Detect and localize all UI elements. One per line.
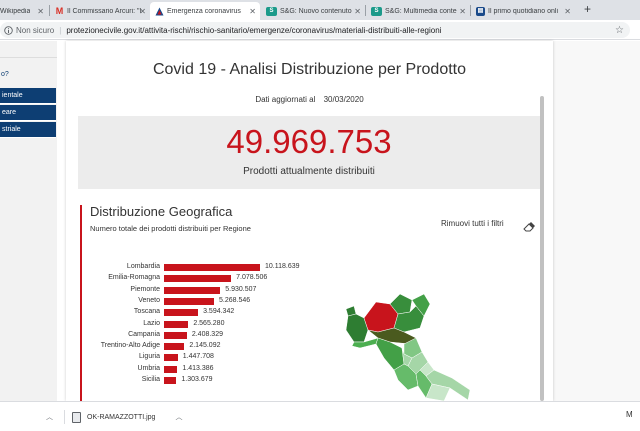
bar-label: Emilia-Romagna [108,274,160,282]
bar-label: Veneto [138,296,160,304]
download-filename: OK-RAMAZZOTTI.jpg [87,413,156,421]
sidebar-item-ambientale[interactable]: ientale [0,88,56,104]
bar-label: Trentino-Alto Adige [100,342,160,350]
bar[interactable] [164,331,187,339]
download-item-2[interactable]: OK-RAMAZZOTTI.jpg ︿ [72,408,192,426]
sidebar-item-industriale[interactable]: striale [0,122,56,138]
file-icon [72,411,81,423]
bar-label: Lombardia [126,263,160,270]
close-tab-icon[interactable]: ✕ [139,7,146,16]
address-bar[interactable]: Non sicuro | protezionecivile.gov.it/att… [0,22,630,38]
sidebar-divider [0,57,57,58]
address-divider: | [59,25,62,35]
download-separator [64,410,65,424]
dashboard-panel: Covid 19 - Analisi Distribuzione per Pro… [66,41,553,401]
new-tab-button[interactable]: + [584,2,591,16]
security-label: Non sicuro [16,25,55,35]
bar-label: Sicilia [141,376,160,383]
bar-value-label: 1.447.708 [182,353,214,361]
bar-label: Campania [128,330,160,338]
tab-sg-nuovo-contenuto[interactable]: S S&G: Nuovo contenuto ✕ [261,2,365,20]
sidebar-item-nucleare[interactable]: eare [0,105,56,121]
chevron-up-icon[interactable]: ︿ [46,412,53,422]
sidebar: o? ientale eare striale [0,41,57,401]
bar-label: Toscana [133,308,160,316]
bar[interactable] [164,354,178,362]
bar[interactable] [164,309,199,317]
bar-value-label: 10.118.639 [265,263,300,270]
bar-value-label: 1.413.386 [182,364,214,372]
bar-label: Umbria [137,364,160,372]
close-tab-icon[interactable]: ✕ [37,7,44,16]
tab-commissario[interactable]: M Il Commissario Arcuri: "I ✕ [50,2,150,20]
tab-wikipedia[interactable]: Wikipedia ✕ [0,2,48,20]
sg-icon: S [266,6,277,16]
bar[interactable] [164,365,178,373]
region-bar-chart: Lombardia 10.118.639 Emilia-Romagna 7.078.5… [66,41,326,401]
reset-filters-button[interactable]: Rimuovi tutti i filtri [441,219,504,228]
bar[interactable] [164,286,221,294]
download-item-1[interactable]: ︿ [0,408,60,426]
warning-triangle-icon [155,7,164,16]
bar-label: Liguria [138,353,160,361]
eraser-icon[interactable] [523,219,535,232]
tab-sg-multimedia[interactable]: S S&G: Multimedia conte ✕ [366,2,470,20]
bar-value-label: 1.303.679 [181,376,213,383]
chevron-up-icon[interactable]: ︿ [175,412,182,422]
tab-primo-quotidiano[interactable]: ▤ Il primo quotidiano onli ✕ [471,2,575,20]
url-text: protezionecivile.gov.it/attivita-rischi/… [66,25,442,35]
bar-value-label: 7.078.506 [236,274,268,282]
news-icon: ▤ [476,6,485,16]
bar[interactable] [164,297,214,305]
close-tab-icon[interactable]: ✕ [564,7,571,16]
bookmark-star-icon[interactable]: ☆ [615,25,624,36]
bar-value-label: 2.145.092 [189,342,221,350]
page-background [553,41,640,401]
address-row: Non sicuro | protezionecivile.gov.it/att… [0,20,640,40]
close-tab-icon[interactable]: ✕ [354,7,361,16]
bar[interactable] [164,275,232,283]
sg-icon: S [371,6,382,16]
close-tab-icon[interactable]: ✕ [459,7,466,16]
bar-value-label: 2.565.280 [193,319,225,327]
gmail-icon: M [55,5,64,16]
download-bar: ︿ OK-RAMAZZOTTI.jpg ︿ M [0,401,640,431]
info-icon[interactable] [4,25,13,35]
bar[interactable] [164,320,189,328]
show-all-downloads-button[interactable]: M [626,410,633,419]
panel-scrollbar[interactable] [540,96,544,401]
sidebar-item-question[interactable]: o? [1,71,9,78]
bar-value-label: 5.930.507 [225,285,257,293]
italy-region-map[interactable] [320,266,480,401]
bar[interactable] [164,343,185,351]
bar-value-label: 3.594.342 [203,308,235,316]
tab-emergenza-coronavirus[interactable]: Emergenza coronavirus ✕ [150,2,260,20]
tab-strip: Wikipedia ✕ M Il Commissario Arcuri: "I … [0,0,640,20]
bar-value-label: 5.268.546 [218,296,251,304]
bar[interactable] [164,264,260,271]
bar-label: Lazio [143,319,160,327]
bar[interactable] [164,377,177,384]
bar-value-label: 2.408.329 [191,330,223,338]
updated-date: 30/03/2020 [323,95,364,104]
bar-label: Piemonte [130,285,160,293]
close-tab-icon[interactable]: ✕ [249,7,256,16]
